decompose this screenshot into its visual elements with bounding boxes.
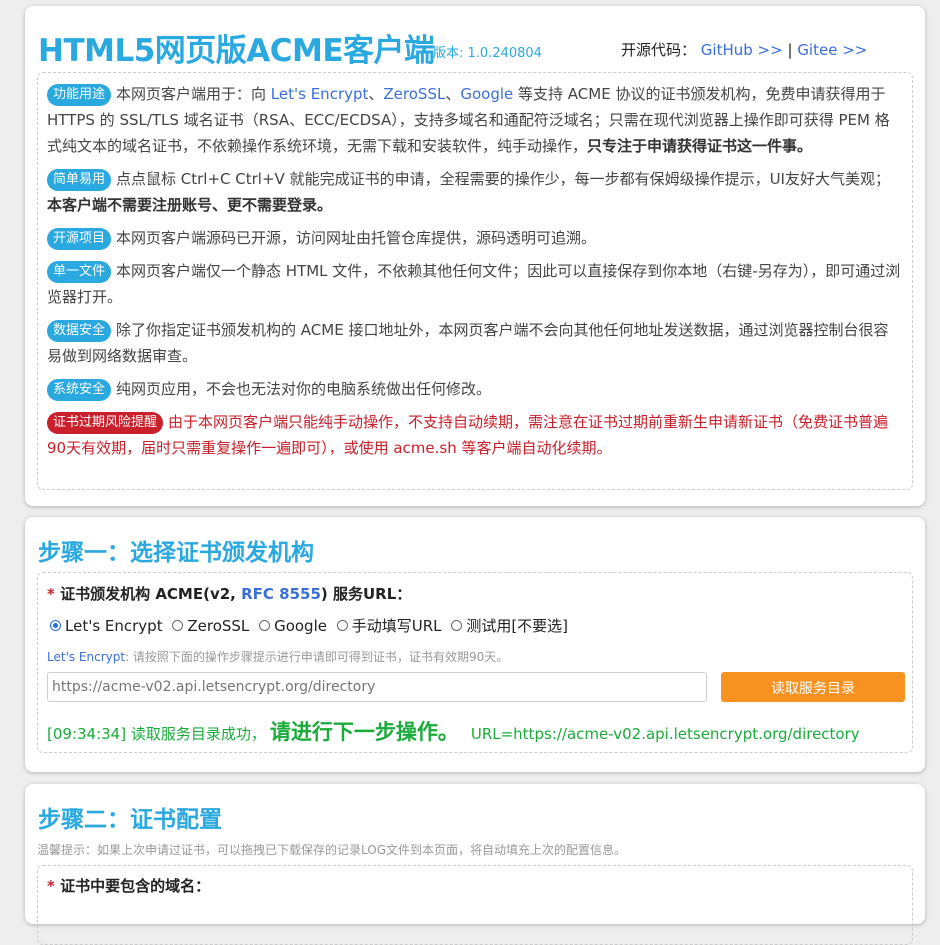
- github-link[interactable]: GitHub >>: [701, 41, 783, 59]
- ca-select-box: * 证书颁发机构 ACME(v2, RFC 8555) 服务URL： Let's…: [37, 572, 913, 753]
- version-label: 版本: 1.0.240804: [433, 46, 542, 61]
- warning-badge: 证书过期风险提醒: [47, 412, 164, 434]
- step1-card: 步骤一：选择证书颁发机构 * 证书颁发机构 ACME(v2, RFC 8555)…: [25, 517, 925, 772]
- radio-letsencrypt[interactable]: Let's Encrypt: [50, 617, 163, 635]
- feature-badge: 单一文件: [47, 261, 112, 283]
- log-import-tip: 温馨提示：如果上次申请过证书，可以拖拽已下载保存的记录LOG文件到本页面，将自动…: [37, 843, 627, 857]
- feature-purpose: 功能用途 本网页客户端用于：向 Let's Encrypt、ZeroSSL、Goo…: [47, 84, 890, 155]
- feature-badge: 功能用途: [47, 84, 112, 106]
- radio-unchecked-icon[interactable]: [336, 620, 348, 631]
- radio-manual-url[interactable]: 手动填写URL: [336, 615, 442, 636]
- radio-test[interactable]: 测试用[不要选]: [451, 615, 568, 636]
- feature-data-safety: 数据安全 除了你指定证书颁发机构的 ACME 接口地址外，本网页客户端不会向其他任…: [47, 320, 889, 365]
- radio-unchecked-icon[interactable]: [172, 620, 184, 631]
- required-mark: *: [47, 585, 55, 603]
- gitee-link[interactable]: Gitee >>: [797, 41, 867, 59]
- radio-unchecked-icon[interactable]: [259, 620, 271, 631]
- step1-title: 步骤一：选择证书颁发机构: [38, 540, 314, 566]
- feature-badge: 开源项目: [47, 228, 112, 250]
- feature-easy: 简单易用 点点鼠标 Ctrl+C Ctrl+V 就能完成证书的申请，全程需要的操作…: [47, 169, 890, 214]
- read-directory-button[interactable]: 读取服务目录: [721, 672, 905, 702]
- domain-box: * 证书中要包含的域名：: [37, 865, 913, 945]
- required-mark: *: [47, 877, 55, 895]
- ca-radio-group: Let's Encrypt ZeroSSL Google 手动填写URL 测试用…: [50, 615, 573, 636]
- feature-badge: 简单易用: [47, 169, 112, 191]
- feature-badge: 系统安全: [47, 379, 112, 401]
- ca-url-input[interactable]: [47, 672, 707, 702]
- ca-url-label: * 证书颁发机构 ACME(v2, RFC 8555) 服务URL：: [47, 585, 412, 603]
- feature-single-file: 单一文件 本网页客户端仅一个静态 HTML 文件，不依赖其他任何文件；因此可以直接…: [47, 261, 901, 306]
- directory-status: [09:34:34] 读取服务目录成功， 请进行下一步操作。 URL=https:/…: [47, 720, 860, 744]
- radio-google[interactable]: Google: [259, 617, 327, 635]
- radio-checked-icon[interactable]: [50, 620, 61, 631]
- domain-label: * 证书中要包含的域名：: [47, 877, 211, 895]
- radio-zerossl[interactable]: ZeroSSL: [172, 617, 249, 635]
- radio-unchecked-icon[interactable]: [451, 620, 463, 631]
- feature-opensource: 开源项目 本网页客户端源码已开源，访问网址由托管仓库提供，源码透明可追溯。: [47, 225, 903, 251]
- feature-system-safety: 系统安全 纯网页应用，不会也无法对你的电脑系统做出任何修改。: [47, 376, 903, 402]
- rfc-link[interactable]: RFC 8555: [241, 585, 321, 603]
- step2-card: 步骤二：证书配置 温馨提示：如果上次申请过证书，可以拖拽已下载保存的记录LOG文…: [25, 784, 925, 945]
- ca-hint: Let's Encrypt: 请按照下面的操作步骤提示进行申请即可得到证书，证书…: [47, 650, 509, 664]
- zerossl-link[interactable]: ZeroSSL: [383, 85, 445, 103]
- feature-badge: 数据安全: [47, 320, 112, 342]
- link-separator: |: [787, 41, 793, 59]
- feature-list: 功能用途 本网页客户端用于：向 Let's Encrypt、ZeroSSL、Goo…: [37, 72, 913, 490]
- google-link[interactable]: Google: [460, 85, 513, 103]
- source-label: 开源代码：: [621, 41, 697, 59]
- expiry-warning: 证书过期风险提醒 由于本网页客户端只能纯手动操作，不支持自动续期，需注意在证书过期…: [47, 412, 889, 457]
- source-links: 开源代码： GitHub >> | Gitee >>: [621, 39, 867, 60]
- page-title: HTML5网页版ACME客户端: [38, 33, 435, 69]
- intro-card: HTML5网页版ACME客户端 版本: 1.0.240804 开源代码： Git…: [25, 6, 925, 506]
- step2-title: 步骤二：证书配置: [38, 807, 222, 833]
- letsencrypt-link[interactable]: Let's Encrypt: [271, 85, 369, 103]
